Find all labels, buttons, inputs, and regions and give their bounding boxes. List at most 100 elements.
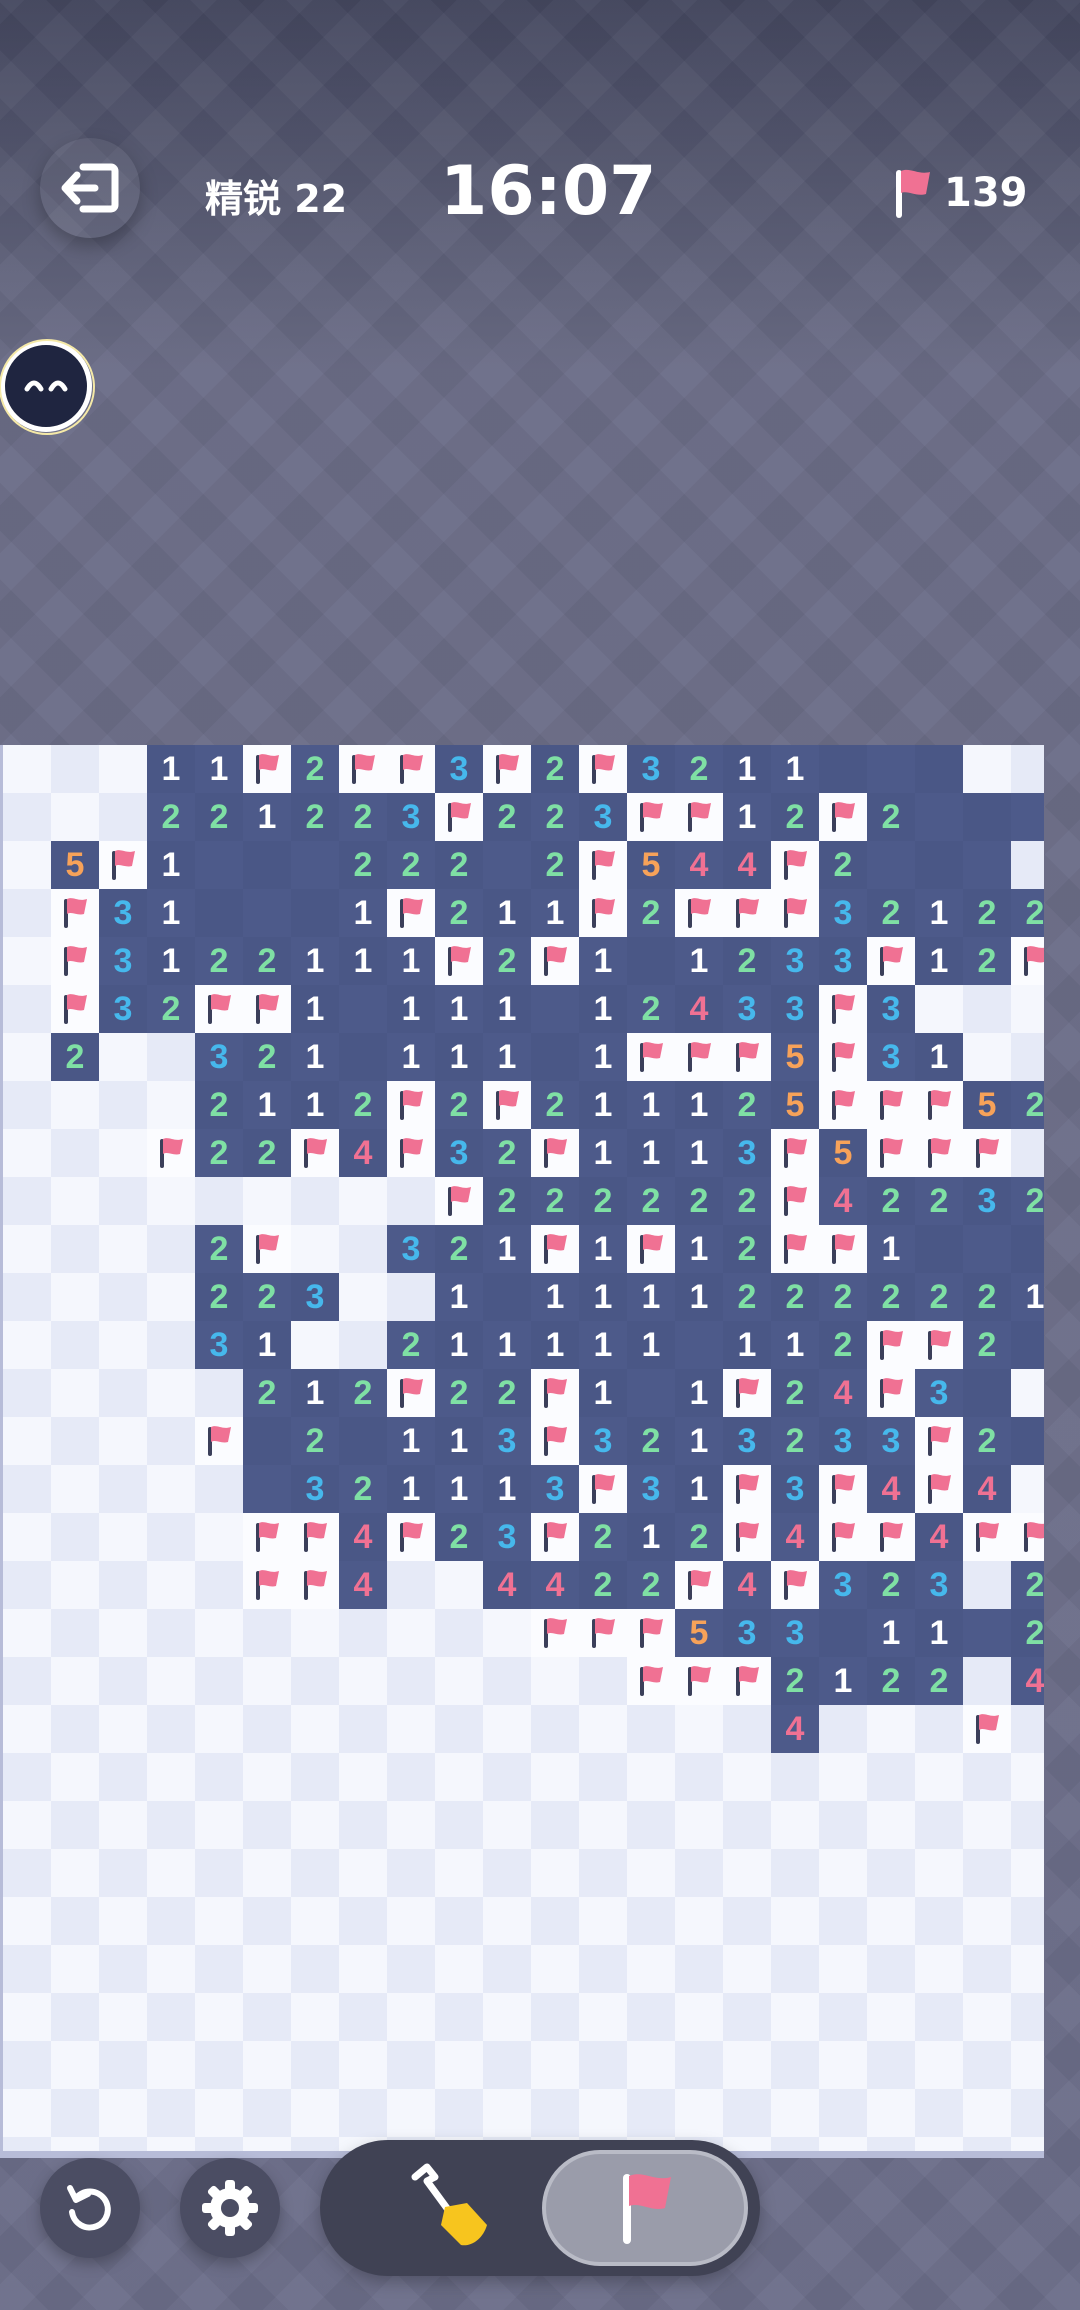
number-cell[interactable]: 2 (195, 937, 243, 985)
hidden-cell[interactable] (675, 2089, 723, 2137)
hidden-cell[interactable] (435, 1609, 483, 1657)
number-cell[interactable]: 1 (675, 1225, 723, 1273)
hidden-cell[interactable] (147, 1417, 195, 1465)
number-cell[interactable]: 1 (339, 937, 387, 985)
number-cell[interactable]: 1 (867, 1609, 915, 1657)
hidden-cell[interactable] (387, 1801, 435, 1849)
hidden-cell[interactable] (963, 1657, 1011, 1705)
number-cell[interactable]: 1 (627, 1513, 675, 1561)
hidden-cell[interactable] (579, 1897, 627, 1945)
hidden-cell[interactable] (1011, 2041, 1044, 2089)
flagged-cell[interactable] (867, 1129, 915, 1177)
hidden-cell[interactable] (771, 1801, 819, 1849)
number-cell[interactable]: 2 (243, 1129, 291, 1177)
flagged-cell[interactable] (675, 889, 723, 937)
hidden-cell[interactable] (147, 1897, 195, 1945)
number-cell[interactable]: 4 (819, 1177, 867, 1225)
hidden-cell[interactable] (51, 2041, 99, 2089)
flagged-cell[interactable] (627, 1033, 675, 1081)
settings-button[interactable] (180, 2158, 280, 2258)
number-cell[interactable]: 2 (291, 1417, 339, 1465)
flagged-cell[interactable] (531, 1417, 579, 1465)
hidden-cell[interactable] (579, 1945, 627, 1993)
number-cell[interactable]: 2 (483, 1369, 531, 1417)
number-cell[interactable]: 4 (339, 1129, 387, 1177)
number-cell[interactable]: 2 (675, 1513, 723, 1561)
hidden-cell[interactable] (3, 1657, 51, 1705)
number-cell[interactable]: 2 (339, 1465, 387, 1513)
hidden-cell[interactable] (483, 1849, 531, 1897)
hidden-cell[interactable] (195, 1177, 243, 1225)
hidden-cell[interactable] (483, 1945, 531, 1993)
hidden-cell[interactable] (627, 2041, 675, 2089)
hidden-cell[interactable] (3, 1945, 51, 1993)
hidden-cell[interactable] (291, 2137, 339, 2151)
number-cell[interactable]: 2 (483, 793, 531, 841)
number-cell[interactable]: 1 (579, 1273, 627, 1321)
hidden-cell[interactable] (147, 1033, 195, 1081)
hidden-cell[interactable] (723, 1945, 771, 1993)
hidden-cell[interactable] (1011, 1993, 1044, 2041)
hidden-cell[interactable] (963, 1753, 1011, 1801)
flagged-cell[interactable] (627, 1609, 675, 1657)
hidden-cell[interactable] (387, 1945, 435, 1993)
hidden-cell[interactable] (291, 1753, 339, 1801)
flagged-cell[interactable] (483, 1081, 531, 1129)
revealed-cell[interactable] (963, 1369, 1011, 1417)
hidden-cell[interactable] (867, 2041, 915, 2089)
flagged-cell[interactable] (435, 1177, 483, 1225)
hidden-cell[interactable] (627, 2089, 675, 2137)
hidden-cell[interactable] (819, 1993, 867, 2041)
number-cell[interactable]: 2 (195, 793, 243, 841)
number-cell[interactable]: 1 (915, 1609, 963, 1657)
flagged-cell[interactable] (243, 1225, 291, 1273)
revealed-cell[interactable] (1011, 793, 1044, 841)
hidden-cell[interactable] (339, 1177, 387, 1225)
number-cell[interactable]: 1 (627, 1129, 675, 1177)
hidden-cell[interactable] (483, 2041, 531, 2089)
revealed-cell[interactable] (339, 1417, 387, 1465)
hidden-cell[interactable] (579, 1705, 627, 1753)
hidden-cell[interactable] (99, 1225, 147, 1273)
hidden-cell[interactable] (147, 1177, 195, 1225)
revealed-cell[interactable] (627, 937, 675, 985)
hidden-cell[interactable] (3, 985, 51, 1033)
hidden-cell[interactable] (579, 2089, 627, 2137)
flagged-cell[interactable] (243, 1513, 291, 1561)
number-cell[interactable]: 3 (819, 937, 867, 985)
hidden-cell[interactable] (195, 2089, 243, 2137)
hidden-cell[interactable] (291, 1609, 339, 1657)
hidden-cell[interactable] (915, 1945, 963, 1993)
number-cell[interactable]: 2 (675, 745, 723, 793)
number-cell[interactable]: 2 (1011, 1177, 1044, 1225)
hidden-cell[interactable] (1011, 1753, 1044, 1801)
revealed-cell[interactable] (1011, 1417, 1044, 1465)
number-cell[interactable]: 5 (819, 1129, 867, 1177)
number-cell[interactable]: 2 (195, 1273, 243, 1321)
hidden-cell[interactable] (147, 2137, 195, 2151)
number-cell[interactable]: 3 (963, 1177, 1011, 1225)
number-cell[interactable]: 3 (819, 1561, 867, 1609)
number-cell[interactable]: 4 (339, 1513, 387, 1561)
hidden-cell[interactable] (3, 1801, 51, 1849)
number-cell[interactable]: 3 (579, 1417, 627, 1465)
number-cell[interactable]: 1 (627, 1321, 675, 1369)
flagged-cell[interactable] (531, 937, 579, 985)
number-cell[interactable]: 2 (435, 1369, 483, 1417)
hidden-cell[interactable] (579, 1801, 627, 1849)
flagged-cell[interactable] (579, 841, 627, 889)
hidden-cell[interactable] (723, 1753, 771, 1801)
flagged-cell[interactable] (675, 1561, 723, 1609)
number-cell[interactable]: 2 (195, 1081, 243, 1129)
number-cell[interactable]: 1 (243, 793, 291, 841)
flagged-cell[interactable] (819, 1033, 867, 1081)
hidden-cell[interactable] (339, 1321, 387, 1369)
hidden-cell[interactable] (99, 1273, 147, 1321)
hidden-cell[interactable] (243, 1609, 291, 1657)
number-cell[interactable]: 1 (387, 1465, 435, 1513)
flag-mode-button[interactable] (542, 2150, 748, 2266)
hidden-cell[interactable] (387, 2089, 435, 2137)
flagged-cell[interactable] (819, 985, 867, 1033)
number-cell[interactable]: 2 (291, 745, 339, 793)
hidden-cell[interactable] (1011, 1465, 1044, 1513)
